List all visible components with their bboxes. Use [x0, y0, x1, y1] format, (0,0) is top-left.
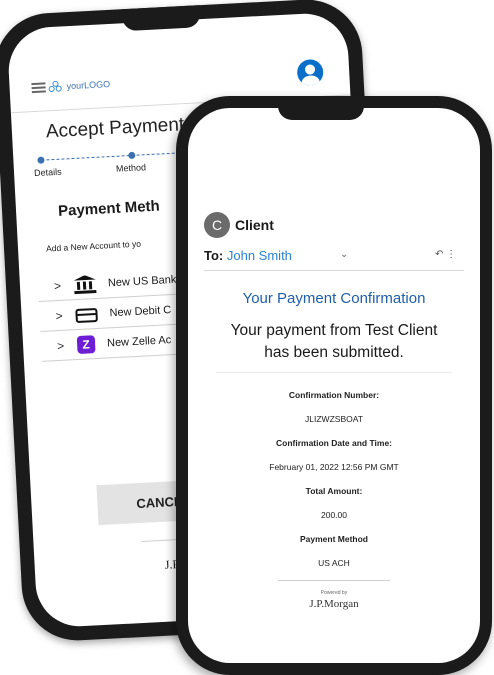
front-phone-screen: C Client To: John Smith ⌄ ↶ ⋮ Your Payme… — [188, 108, 480, 663]
sender-avatar: C — [204, 212, 230, 238]
reply-icon[interactable]: ↶ ⋮ — [435, 249, 456, 260]
powered-by-text: Powered by — [320, 590, 348, 596]
detail-value: 200.00 — [321, 510, 347, 520]
detail-value: JLIZWZSBOAT — [305, 414, 363, 424]
sender-name: Client — [235, 217, 274, 233]
option-label: New Zelle Ac — [106, 333, 172, 349]
detail-value: February 01, 2022 12:56 PM GMT — [269, 462, 399, 472]
brand-logo: J.P.Morgan — [309, 598, 359, 610]
content-divider — [216, 372, 452, 373]
section-heading: Payment Meth — [57, 197, 161, 220]
bank-icon — [74, 274, 97, 294]
zelle-icon: Z — [76, 334, 96, 354]
header-divider — [204, 270, 464, 271]
phone-notch — [121, 5, 201, 32]
logo-icon — [48, 80, 63, 93]
step-method: Method — [115, 162, 147, 174]
card-icon — [75, 307, 98, 323]
chevron-right-icon: > — [56, 338, 65, 353]
detail-label: Confirmation Date and Time: — [275, 438, 393, 448]
phone-notch — [278, 96, 364, 120]
recipient-name[interactable]: John Smith — [227, 248, 292, 263]
option-label: New US Bank — [107, 273, 177, 289]
detail-label: Confirmation Number: — [288, 390, 380, 400]
footer-divider — [278, 580, 390, 581]
step-details: Details — [33, 166, 62, 179]
option-label: New Debit C — [109, 303, 172, 319]
detail-value: US ACH — [318, 558, 350, 568]
message-line-2: has been submitted. — [264, 344, 404, 361]
front-phone: C Client To: John Smith ⌄ ↶ ⋮ Your Payme… — [176, 96, 492, 675]
chevron-down-icon[interactable]: ⌄ — [340, 249, 348, 260]
logo-text: yourLOGO — [66, 78, 111, 91]
detail-label: Total Amount: — [305, 486, 363, 496]
email-sender: C Client — [204, 212, 274, 238]
user-avatar-icon[interactable] — [296, 58, 324, 87]
confirmation-heading: Your Payment Confirmation — [242, 290, 426, 307]
confirmation-message: Your payment from Test Client has been s… — [188, 320, 480, 364]
page-title: Accept Payment — [45, 114, 185, 143]
to-label: To: — [204, 248, 224, 263]
section-subtext: Add a New Account to yo — [45, 238, 142, 254]
hamburger-menu-icon[interactable] — [31, 81, 46, 93]
chevron-right-icon: > — [53, 278, 62, 293]
detail-label: Payment Method — [299, 534, 368, 544]
message-line-1: Your payment from Test Client — [230, 322, 438, 339]
email-recipient: To: John Smith — [204, 248, 292, 263]
chevron-right-icon: > — [55, 308, 63, 323]
